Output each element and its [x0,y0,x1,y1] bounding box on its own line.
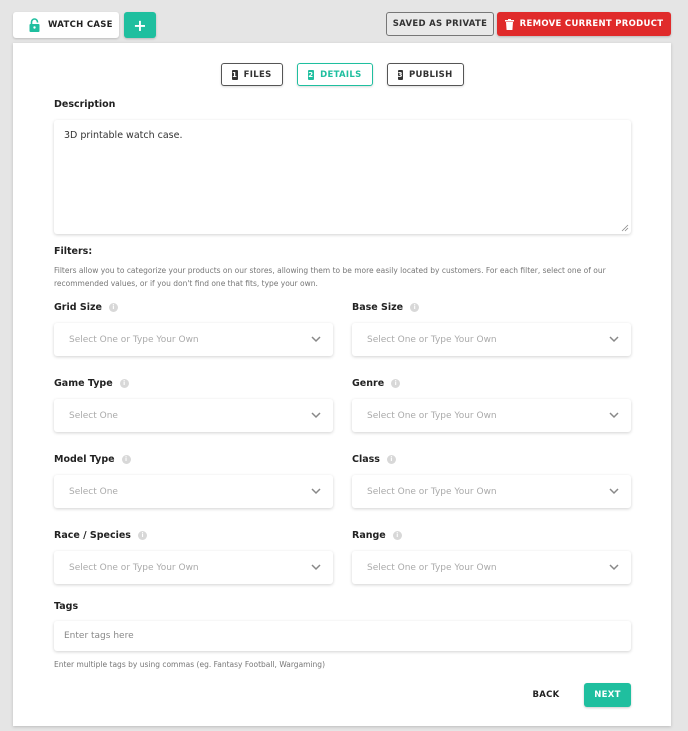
grid-size-label: Grid Size i [54,302,118,313]
select-placeholder: Select One [69,410,118,421]
chevron-down-icon [311,488,321,495]
genre-select[interactable]: Select One or Type Your Own [352,399,631,432]
game-type-label: Game Type i [54,378,129,389]
chevron-down-icon [311,564,321,571]
field-label-text: Grid Size [54,302,102,313]
model-type-label: Model Type i [54,454,131,465]
filters-title: Filters: [54,246,92,257]
select-placeholder: Select One or Type Your Own [367,410,497,421]
tags-help-text: Enter multiple tags by using commas (eg.… [54,660,325,669]
chevron-down-icon [609,564,619,571]
product-tab-label: WATCH CASE [48,20,113,30]
chevron-down-icon [311,336,321,343]
step-label: DETAILS [320,69,362,80]
remove-button-label: REMOVE CURRENT PRODUCT [519,19,664,29]
select-placeholder: Select One or Type Your Own [367,562,497,573]
filters-title-text: Filters: [54,246,93,257]
info-icon[interactable]: i [121,455,131,464]
chevron-down-icon [609,336,619,343]
wizard-steps: 1 FILES 2 DETAILS 3 PUBLISH [13,63,671,86]
back-button[interactable]: BACK [525,686,567,704]
select-placeholder: Select One or Type Your Own [367,334,497,345]
trash-icon [504,18,514,30]
info-icon[interactable]: i [392,531,402,540]
chevron-down-icon [609,412,619,419]
class-label: Class i [352,454,396,465]
base-size-label: Base Size i [352,302,420,313]
product-details-card: 1 FILES 2 DETAILS 3 PUBLISH Description … [13,43,671,726]
field-label-text: Game Type [54,378,113,389]
race-species-label: Race / Species i [54,530,147,541]
tags-input[interactable] [54,621,631,651]
step-number: 2 [307,69,315,80]
genre-label: Genre i [352,378,401,389]
filters-help-text: Filters allow you to categorize your pro… [54,266,606,288]
tags-label: Tags [54,601,78,612]
field-label-text: Race / Species [54,530,131,541]
top-bar: WATCH CASE + SAVED AS PRIVATE REMOVE CUR… [0,0,688,43]
description-label: Description [54,99,115,110]
field-label-text: Range [352,530,386,541]
step-number: 3 [397,69,403,80]
class-select[interactable]: Select One or Type Your Own [352,475,631,508]
chevron-down-icon [609,488,619,495]
select-placeholder: Select One or Type Your Own [69,334,199,345]
field-label-text: Model Type [54,454,115,465]
resize-handle-icon[interactable] [621,224,629,232]
select-placeholder: Select One [69,486,118,497]
field-label-text: Genre [352,378,385,389]
chevron-down-icon [311,412,321,419]
range-select[interactable]: Select One or Type Your Own [352,551,631,584]
info-icon[interactable]: i [410,303,420,312]
range-label: Range i [352,530,402,541]
info-icon[interactable]: i [137,531,147,540]
remove-current-product-button[interactable]: REMOVE CURRENT PRODUCT [497,12,671,36]
model-type-select[interactable]: Select One [54,475,333,508]
product-tab[interactable]: WATCH CASE [13,12,119,38]
field-label-text: Base Size [352,302,404,313]
race-species-select[interactable]: Select One or Type Your Own [54,551,333,584]
description-label-text: Description [54,99,116,110]
step-label: PUBLISH [408,69,453,80]
grid-size-select[interactable]: Select One or Type Your Own [54,323,333,356]
select-placeholder: Select One or Type Your Own [367,486,497,497]
info-icon[interactable]: i [108,303,118,312]
info-icon[interactable]: i [391,379,401,388]
saved-as-private-button[interactable]: SAVED AS PRIVATE [386,12,494,36]
description-textarea[interactable] [54,120,631,234]
field-label-text: Class [352,454,380,465]
next-button[interactable]: NEXT [584,683,631,707]
tags-label-text: Tags [54,601,79,612]
lock-icon [29,18,40,32]
info-icon[interactable]: i [119,379,129,388]
step-label: FILES [243,69,272,80]
step-files[interactable]: 1 FILES [220,63,283,86]
add-product-button[interactable]: + [124,12,156,38]
step-number: 1 [231,69,238,80]
info-icon[interactable]: i [386,455,396,464]
step-publish[interactable]: 3 PUBLISH [386,63,464,86]
step-details[interactable]: 2 DETAILS [296,63,373,86]
select-placeholder: Select One or Type Your Own [69,562,199,573]
game-type-select[interactable]: Select One [54,399,333,432]
base-size-select[interactable]: Select One or Type Your Own [352,323,631,356]
